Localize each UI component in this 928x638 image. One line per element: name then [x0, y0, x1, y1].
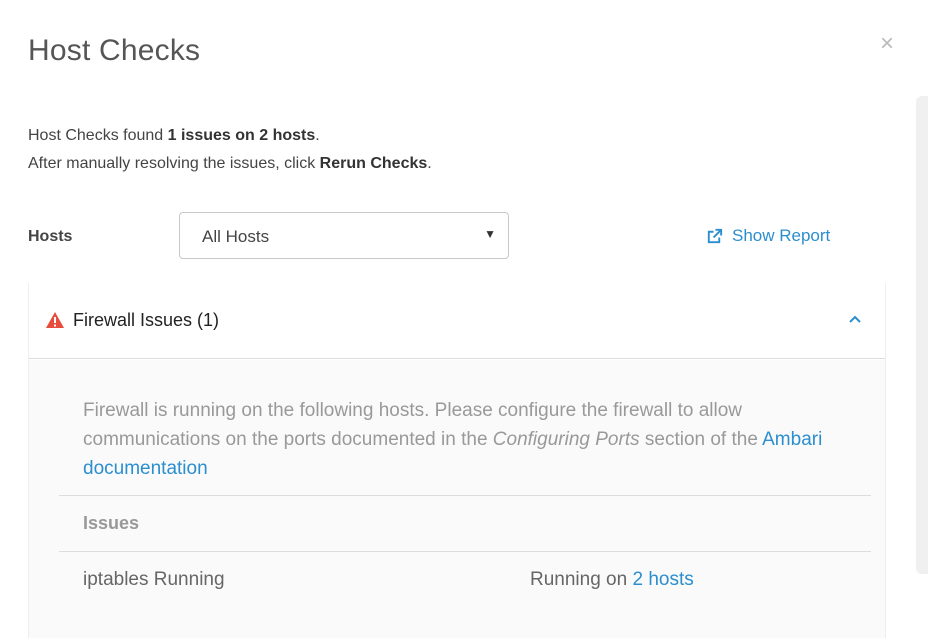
hosts-link[interactable]: 2 hosts	[632, 569, 693, 590]
summary-line-1: Host Checks found 1 issues on 2 hosts.	[28, 122, 432, 150]
caret-down-icon: ▼	[484, 227, 496, 241]
issues-table: Issues iptables Running Running on 2 hos…	[59, 495, 871, 607]
show-report-link[interactable]: Show Report	[705, 226, 830, 246]
modal-title: Host Checks	[28, 34, 201, 67]
firewall-issues-header[interactable]: Firewall Issues (1)	[29, 283, 885, 359]
close-button[interactable]: ×	[880, 32, 894, 56]
warning-triangle-icon	[46, 312, 64, 328]
show-report-label: Show Report	[732, 226, 831, 245]
summary-prefix: Host Checks found	[28, 127, 168, 144]
panel-body: Firewall is running on the following hos…	[29, 360, 885, 638]
rerun-checks-text: Rerun Checks	[319, 155, 428, 172]
hosts-select[interactable]: All Hosts ▼	[179, 212, 509, 259]
firewall-issues-panel: Firewall Issues (1) Firewall is running …	[28, 283, 886, 638]
column-header-issues: Issues	[83, 513, 140, 533]
panel-title: Firewall Issues (1)	[73, 310, 220, 330]
firewall-description: Firewall is running on the following hos…	[83, 396, 843, 483]
summary-suffix: .	[315, 127, 320, 144]
scrollbar[interactable]	[916, 96, 928, 574]
hosts-label: Hosts	[28, 228, 73, 245]
configuring-ports-text: Configuring Ports	[492, 429, 640, 450]
desc-text-2: section of the	[639, 429, 763, 450]
instruction-prefix: After manually resolving the issues, cli…	[28, 155, 320, 172]
chevron-up-icon[interactable]	[847, 311, 863, 327]
issue-name: iptables Running	[83, 569, 225, 590]
issue-status: Running on 2 hosts	[530, 569, 694, 591]
issue-count: 1 issues on 2 hosts	[167, 127, 316, 144]
table-header-row: Issues	[59, 495, 871, 551]
status-prefix: Running on	[530, 569, 633, 590]
summary-line-2: After manually resolving the issues, cli…	[28, 150, 432, 178]
hosts-select-value: All Hosts	[202, 227, 270, 246]
summary-text: Host Checks found 1 issues on 2 hosts. A…	[28, 122, 432, 178]
table-row: iptables Running Running on 2 hosts	[59, 551, 871, 607]
instruction-suffix: .	[427, 155, 432, 172]
external-link-icon	[707, 228, 723, 243]
